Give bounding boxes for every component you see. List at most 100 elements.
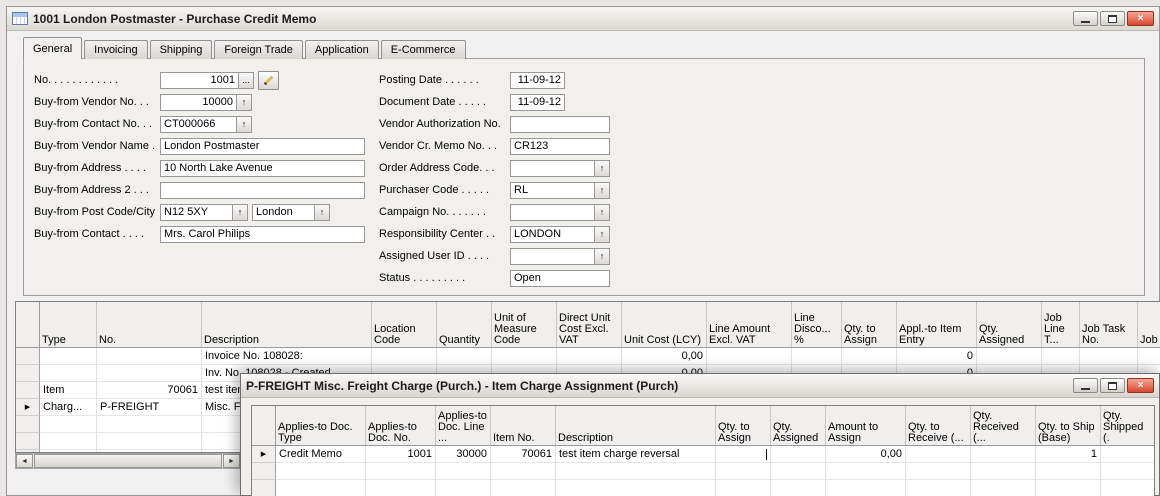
document-date-field[interactable]: 11-09-12 [510,94,565,111]
cell-quantity[interactable] [437,348,492,365]
minimize-button[interactable] [1073,11,1098,26]
current-row-marker[interactable]: ▶ [16,399,40,416]
tab-shipping[interactable]: Shipping [150,40,213,59]
tab-invoicing[interactable]: Invoicing [84,40,147,59]
column-header-job_line_type[interactable]: Job Line T... [1042,302,1080,347]
cell-type[interactable] [40,416,97,433]
cell-no[interactable] [97,348,202,365]
cell-amount_to_assign[interactable] [826,480,906,496]
cell-no[interactable] [97,433,202,450]
dialog-close-button[interactable]: × [1127,378,1154,393]
cell-qty_to_receive[interactable] [906,480,971,496]
column-header-line_discount_pct[interactable]: Line Disco... % [792,302,842,347]
cell-description[interactable]: test item charge reversal [556,446,716,463]
cell-qty_shipped[interactable] [1101,463,1155,480]
cell-amount_to_assign[interactable]: 0,00 [826,446,906,463]
column-header-job_task_no[interactable]: Job Task No. [1080,302,1138,347]
cell-qty_received[interactable] [971,446,1036,463]
column-header-qty_assigned[interactable]: Qty. Assigned [771,406,826,445]
buy-from-contact-no-field[interactable]: CT000066↑ [160,116,252,133]
cell-qty_to_ship_base[interactable] [1036,480,1101,496]
row-selector-header[interactable] [16,302,40,347]
cell-no[interactable] [97,365,202,382]
cell-type[interactable]: Charg... [40,399,97,416]
dialog-maximize-button[interactable] [1100,378,1125,393]
column-header-unit_of_measure_code[interactable]: Unit of Measure Code [492,302,557,347]
cell-appl_to_item_entry[interactable]: 0 [897,348,977,365]
lookup-button[interactable]: ↑ [236,117,251,132]
tab-e-commerce[interactable]: E-Commerce [381,40,466,59]
buy-from-vendor-name-field[interactable]: London Postmaster [160,138,365,155]
scroll-left-button[interactable]: ◄ [16,454,33,468]
purchaser-code-field[interactable]: RL↑ [510,182,610,199]
cell-unit_cost_lcy[interactable]: 0,00 [622,348,707,365]
vendor-authorization-no-field[interactable] [510,116,610,133]
buy-from-vendor-no-field[interactable]: 10000↑ [160,94,252,111]
column-header-applies_doc_type[interactable]: Applies-to Doc. Type [276,406,366,445]
buy-from-post-code-field[interactable]: N12 5XY↑ [160,204,248,221]
responsibility-center-field[interactable]: LONDON↑ [510,226,610,243]
grid-row[interactable] [252,463,1154,480]
cell-item_no[interactable] [491,480,556,496]
status-field[interactable]: Open [510,270,610,287]
main-titlebar[interactable]: 1001 London Postmaster - Purchase Credit… [7,7,1159,31]
no-field[interactable]: 1001... [160,72,254,89]
edit-button[interactable] [258,71,279,90]
cell-job_unit[interactable] [1138,348,1160,365]
cell-location_code[interactable] [372,348,437,365]
cell-job_task_no[interactable] [1080,348,1138,365]
cell-applies_doc_type[interactable] [276,480,366,496]
grid-row[interactable]: Invoice No. 108028:0,000 [16,348,1160,365]
column-header-description[interactable]: Description [556,406,716,445]
cell-applies_doc_no[interactable] [366,463,436,480]
close-button[interactable]: × [1127,11,1154,26]
tab-application[interactable]: Application [305,40,379,59]
lookup-button[interactable]: ↑ [594,249,609,264]
assist-button[interactable]: ... [238,73,253,88]
column-header-qty_received[interactable]: Qty. Received (... [971,406,1036,445]
column-header-direct_unit_cost[interactable]: Direct Unit Cost Excl. VAT [557,302,622,347]
column-header-job_unit[interactable]: Job U [1138,302,1160,347]
lookup-button[interactable]: ↑ [594,205,609,220]
grid-row[interactable] [252,480,1154,496]
column-header-line_amount[interactable]: Line Amount Excl. VAT [707,302,792,347]
cell-description[interactable] [556,480,716,496]
cell-qty_shipped[interactable] [1101,480,1155,496]
tab-general[interactable]: General [23,37,82,59]
cell-qty_assigned[interactable] [771,463,826,480]
column-header-qty_shipped[interactable]: Qty. Shipped (. [1101,406,1154,445]
cell-item_no[interactable] [491,463,556,480]
cell-qty_to_assign[interactable] [716,446,771,463]
buy-from-address-field[interactable]: 10 North Lake Avenue [160,160,365,177]
row-selector[interactable] [252,463,276,480]
posting-date-field[interactable]: 11-09-12 [510,72,565,89]
cell-applies_doc_type[interactable]: Credit Memo [276,446,366,463]
cell-qty_assigned[interactable] [771,480,826,496]
column-header-amount_to_assign[interactable]: Amount to Assign [826,406,906,445]
order-address-code-field[interactable]: ↑ [510,160,610,177]
column-header-qty_to_assign[interactable]: Qty. to Assign [716,406,771,445]
cell-qty_shipped[interactable] [1101,446,1155,463]
row-selector[interactable] [252,480,276,496]
lookup-button[interactable]: ↑ [594,183,609,198]
buy-from-city-field[interactable]: London↑ [252,204,330,221]
row-selector[interactable] [16,365,40,382]
cell-line_amount[interactable] [707,348,792,365]
column-header-applies_doc_line[interactable]: Applies-to Doc. Line ... [436,406,491,445]
scroll-right-button[interactable]: ► [223,454,240,468]
lookup-button[interactable]: ↑ [236,95,251,110]
cell-qty_to_assign[interactable] [716,463,771,480]
cell-applies_doc_no[interactable] [366,480,436,496]
cell-type[interactable] [40,433,97,450]
lookup-button[interactable]: ↑ [314,205,329,220]
row-selector[interactable] [16,382,40,399]
cell-direct_unit_cost[interactable] [557,348,622,365]
cell-description[interactable] [556,463,716,480]
buy-from-contact-field[interactable]: Mrs. Carol Philips [160,226,365,243]
cell-qty_to_ship_base[interactable] [1036,463,1101,480]
dialog-titlebar[interactable]: P-FREIGHT Misc. Freight Charge (Purch.) … [241,374,1159,398]
column-header-applies_doc_no[interactable]: Applies-to Doc. No. [366,406,436,445]
column-header-no[interactable]: No. [97,302,202,347]
cell-qty_received[interactable] [971,463,1036,480]
cell-qty_to_assign[interactable] [842,348,897,365]
